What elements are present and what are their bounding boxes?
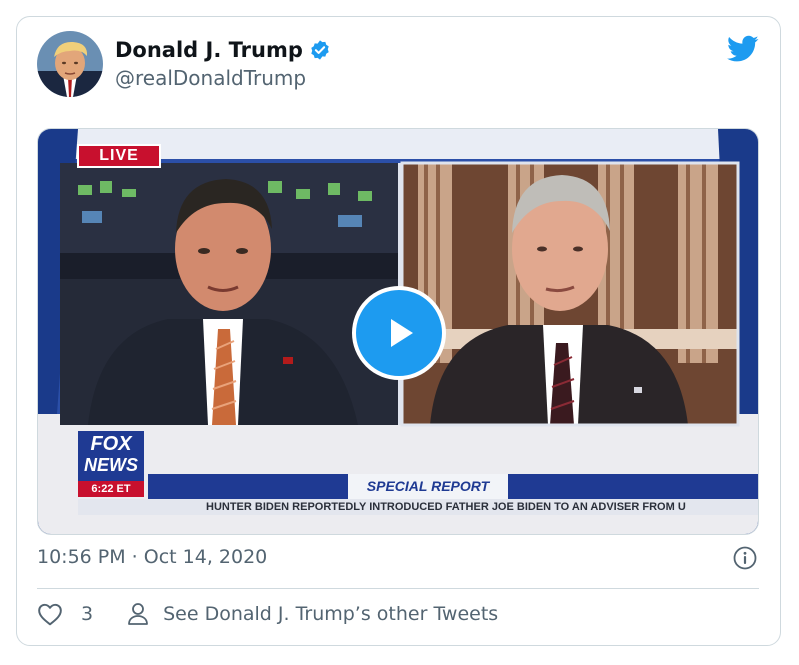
- program-title: SPECIAL REPORT: [366, 478, 490, 494]
- channel-time: 6:22 ET: [91, 483, 131, 495]
- play-icon: [391, 319, 413, 347]
- live-badge: LIVE: [99, 147, 139, 164]
- heart-icon: [38, 603, 62, 626]
- channel-logo-bottom: NEWS: [84, 455, 138, 475]
- avatar-image: [37, 31, 103, 97]
- avatar[interactable]: [37, 31, 103, 97]
- twitter-bird-icon[interactable]: [727, 35, 759, 63]
- news-ticker: HUNTER BIDEN REPORTEDLY INTRODUCED FATHE…: [206, 501, 686, 513]
- see-other-tweets-link[interactable]: See Donald J. Trump’s other Tweets: [127, 602, 498, 626]
- like-button[interactable]: 3: [37, 602, 93, 626]
- verified-badge-icon: [311, 40, 329, 60]
- play-button[interactable]: [352, 286, 446, 380]
- divider: [37, 588, 759, 589]
- like-count: 3: [81, 603, 94, 625]
- person-icon: [128, 603, 148, 625]
- user-handle[interactable]: @realDonaldTrump: [115, 66, 306, 90]
- see-other-tweets-label: See Donald J. Trump’s other Tweets: [163, 603, 499, 625]
- info-icon[interactable]: [733, 546, 757, 570]
- display-name[interactable]: Donald J. Trump: [115, 38, 303, 62]
- channel-logo-top: FOX: [90, 433, 132, 455]
- tweet-timestamp[interactable]: 10:56 PM · Oct 14, 2020: [37, 546, 267, 568]
